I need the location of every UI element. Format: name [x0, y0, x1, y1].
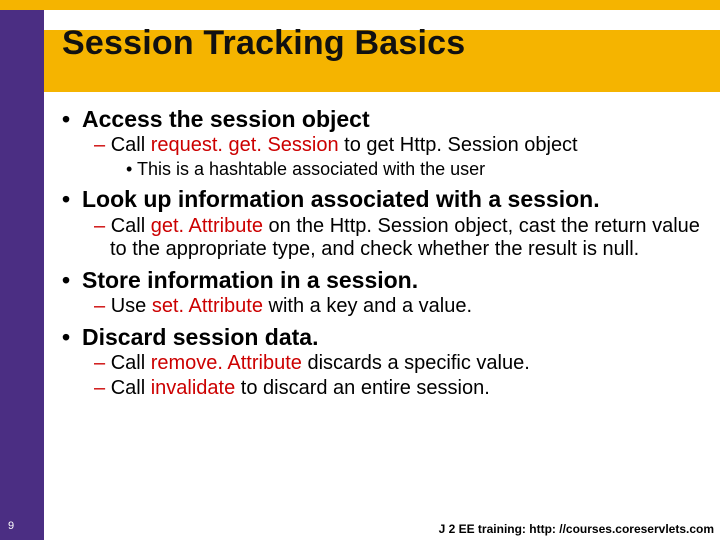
- bullet-2-removeattribute: – Call remove. Attribute discards a spec…: [94, 352, 702, 375]
- bullet-text: Access the session object: [82, 106, 370, 132]
- t: to get Http. Session object: [339, 134, 578, 156]
- t: Call: [111, 352, 151, 374]
- page-number: 9: [8, 520, 14, 532]
- bullet-1-discard: •Discard session data.: [62, 324, 702, 350]
- bullet-text: Discard session data.: [82, 324, 319, 350]
- code-ref: invalidate: [151, 377, 236, 399]
- t: Call: [111, 215, 151, 237]
- bullet-1-store: •Store information in a session.: [62, 267, 702, 293]
- t: Call: [111, 134, 151, 156]
- code-ref: get. Attribute: [151, 215, 263, 237]
- code-ref: set. Attribute: [152, 295, 263, 317]
- code-ref: request. get. Session: [151, 134, 339, 156]
- bullet-2-getattribute: – Call get. Attribute on the Http. Sessi…: [94, 215, 702, 261]
- bullet-3-hashtable: • This is a hashtable associated with th…: [126, 159, 702, 180]
- content: •Access the session object – Call reques…: [62, 100, 702, 400]
- bullet-2-invalidate: – Call invalidate to discard an entire s…: [94, 377, 702, 400]
- t: to discard an entire session.: [235, 377, 490, 399]
- bullet-1-access: •Access the session object: [62, 106, 702, 132]
- top-stripe: [0, 0, 720, 10]
- t: with a key and a value.: [263, 295, 472, 317]
- bullet-2-getsession: – Call request. get. Session to get Http…: [94, 134, 702, 157]
- code-ref: remove. Attribute: [151, 352, 302, 374]
- bullet-2-setattribute: – Use set. Attribute with a key and a va…: [94, 295, 702, 318]
- bullet-text: Look up information associated with a se…: [82, 186, 600, 212]
- left-bar: [0, 0, 44, 540]
- t: Use: [111, 295, 152, 317]
- bullet-text: Store information in a session.: [82, 267, 418, 293]
- t: This is a hashtable associated with the …: [137, 159, 485, 179]
- t: discards a specific value.: [302, 352, 530, 374]
- footer-training-link: J 2 EE training: http: //courses.coreser…: [439, 522, 714, 536]
- bullet-1-lookup: •Look up information associated with a s…: [62, 186, 702, 212]
- slide: Session Tracking Basics •Access the sess…: [0, 0, 720, 540]
- slide-title: Session Tracking Basics: [62, 24, 465, 63]
- t: Call: [111, 377, 151, 399]
